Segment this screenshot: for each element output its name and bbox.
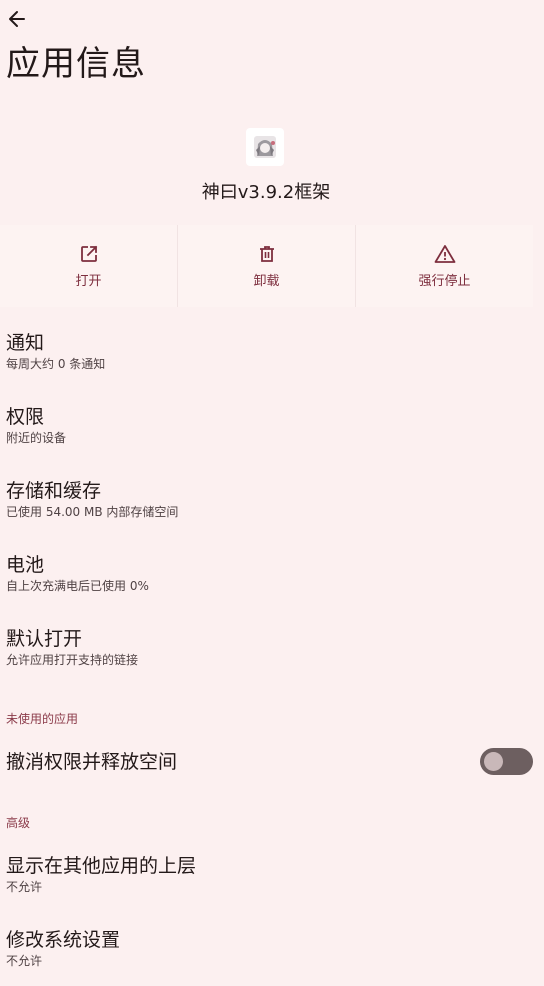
modify-system-settings-subtitle: 不允许 bbox=[6, 954, 43, 968]
back-arrow-icon bbox=[9, 11, 25, 27]
open-external-icon bbox=[80, 245, 97, 262]
toggle-knob bbox=[484, 752, 503, 771]
app-name: 神曰v3.9.2框架 bbox=[201, 182, 331, 203]
storage-item[interactable]: 存储和缓存 已使用 54.00 MB 内部存储空间 bbox=[6, 479, 532, 520]
modify-system-settings-title: 修改系统设置 bbox=[6, 929, 121, 951]
revoke-permissions-title: 撤消权限并释放空间 bbox=[6, 751, 178, 773]
storage-title: 存储和缓存 bbox=[6, 480, 102, 502]
display-over-other-apps-item[interactable]: 显示在其他应用的上层 不允许 bbox=[6, 854, 532, 895]
uninstall-label: 卸载 bbox=[253, 273, 280, 289]
app-avatar-icon bbox=[254, 136, 276, 158]
permissions-title: 权限 bbox=[6, 406, 45, 428]
permissions-subtitle: 附近的设备 bbox=[6, 431, 67, 445]
notifications-title: 通知 bbox=[6, 332, 45, 354]
back-button[interactable] bbox=[4, 6, 30, 32]
display-over-other-apps-subtitle: 不允许 bbox=[6, 880, 43, 894]
page-title: 应用信息 bbox=[6, 44, 146, 84]
storage-subtitle: 已使用 54.00 MB 内部存储空间 bbox=[6, 505, 179, 519]
display-over-other-apps-title: 显示在其他应用的上层 bbox=[6, 855, 197, 877]
warning-icon bbox=[434, 244, 455, 263]
advanced-section-header: 高级 bbox=[6, 816, 31, 830]
battery-title: 电池 bbox=[6, 554, 45, 576]
force-stop-button[interactable]: 强行停止 bbox=[355, 225, 533, 307]
battery-item[interactable]: 电池 自上次充满电后已使用 0% bbox=[6, 553, 532, 594]
unused-apps-section-header: 未使用的应用 bbox=[6, 712, 79, 726]
open-by-default-item[interactable]: 默认打开 允许应用打开支持的链接 bbox=[6, 627, 532, 668]
revoke-permissions-toggle[interactable] bbox=[480, 748, 533, 775]
revoke-permissions-item[interactable]: 撤消权限并释放空间 bbox=[6, 750, 464, 774]
open-by-default-title: 默认打开 bbox=[6, 628, 83, 650]
open-label: 打开 bbox=[75, 273, 102, 289]
app-icon bbox=[246, 128, 284, 166]
modify-system-settings-item[interactable]: 修改系统设置 不允许 bbox=[6, 928, 532, 969]
notifications-item[interactable]: 通知 每周大约 0 条通知 bbox=[6, 331, 532, 372]
force-stop-label: 强行停止 bbox=[418, 273, 471, 289]
trash-icon bbox=[259, 245, 274, 262]
uninstall-button[interactable]: 卸载 bbox=[177, 225, 355, 307]
action-bar: 打开 卸载 强行停止 bbox=[0, 225, 533, 307]
open-button[interactable]: 打开 bbox=[0, 225, 177, 307]
battery-subtitle: 自上次充满电后已使用 0% bbox=[6, 579, 149, 593]
notifications-subtitle: 每周大约 0 条通知 bbox=[6, 357, 106, 371]
open-by-default-subtitle: 允许应用打开支持的链接 bbox=[6, 653, 139, 667]
permissions-item[interactable]: 权限 附近的设备 bbox=[6, 405, 532, 446]
